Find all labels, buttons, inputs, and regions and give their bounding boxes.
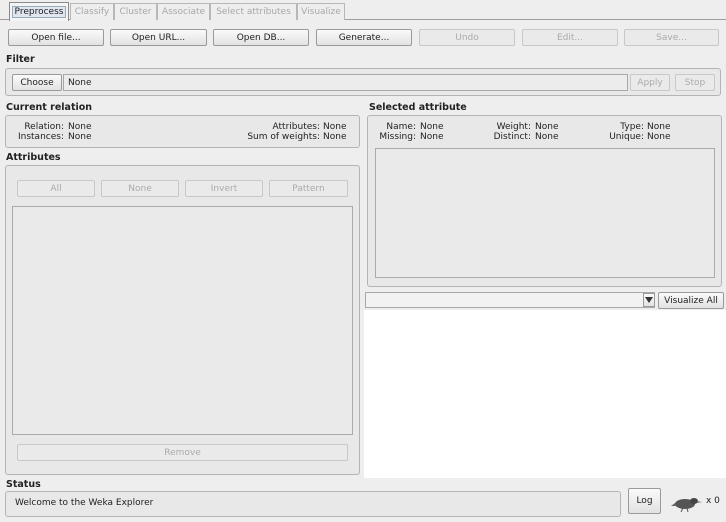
name-label: Name: (386, 122, 416, 132)
open-db-button[interactable]: Open DB... (213, 29, 309, 46)
filter-value: None (68, 77, 92, 88)
triangle-down-icon (645, 297, 653, 303)
tab-preprocess-label: Preprocess (11, 6, 67, 18)
attributes-count-value: None (323, 122, 347, 132)
tab-classify[interactable]: Classify (70, 3, 114, 20)
visualize-all-button[interactable]: Visualize All (658, 292, 724, 309)
filter-title: Filter (6, 54, 35, 65)
task-count: x 0 (706, 496, 720, 506)
choose-filter-button[interactable]: Choose (12, 74, 62, 91)
attribute-stats-area (375, 148, 715, 278)
stop-button[interactable]: Stop (675, 74, 715, 91)
select-none-button[interactable]: None (101, 180, 179, 197)
type-label: Type: (620, 122, 644, 132)
unique-value: None (647, 132, 671, 142)
dropdown-arrow-button[interactable] (643, 293, 655, 307)
tab-preprocess[interactable]: Preprocess (9, 2, 69, 21)
relation-label: Relation: (24, 122, 64, 132)
filter-field[interactable]: None (63, 74, 628, 91)
type-value: None (647, 122, 671, 132)
attributes-title: Attributes (6, 152, 61, 163)
pattern-button[interactable]: Pattern (269, 180, 348, 197)
name-value: None (420, 122, 444, 132)
log-button[interactable]: Log (628, 488, 661, 514)
distinct-value: None (535, 132, 559, 142)
edit-button[interactable]: Edit... (522, 29, 618, 46)
tab-visualize[interactable]: Visualize (297, 3, 345, 20)
instances-label: Instances: (17, 132, 64, 142)
weka-bird-icon[interactable] (670, 494, 702, 515)
select-all-button[interactable]: All (17, 180, 95, 197)
open-file-button[interactable]: Open file... (8, 29, 104, 46)
selected-attribute-title: Selected attribute (369, 102, 467, 113)
attributes-list[interactable] (12, 206, 353, 435)
class-attribute-select[interactable] (365, 292, 655, 308)
undo-button[interactable]: Undo (419, 29, 515, 46)
unique-label: Unique: (609, 132, 644, 142)
tab-select-attributes[interactable]: Select attributes (210, 3, 297, 20)
weka-bird-shape (671, 498, 702, 513)
distinct-label: Distinct: (493, 132, 531, 142)
generate-button[interactable]: Generate... (316, 29, 412, 46)
instances-value: None (68, 132, 92, 142)
missing-label: Missing: (379, 132, 416, 142)
tab-associate[interactable]: Associate (157, 3, 210, 20)
open-url-button[interactable]: Open URL... (110, 29, 207, 46)
weight-label: Weight: (496, 122, 531, 132)
weight-value: None (535, 122, 559, 132)
apply-button[interactable]: Apply (630, 74, 670, 91)
remove-button[interactable]: Remove (17, 444, 348, 461)
current-relation-title: Current relation (6, 102, 93, 113)
save-button[interactable]: Save... (624, 29, 719, 46)
tab-cluster[interactable]: Cluster (114, 3, 157, 20)
relation-value: None (68, 122, 92, 132)
status-message: Welcome to the Weka Explorer (15, 498, 154, 508)
attributes-count-label: Attributes: (272, 122, 320, 132)
sum-weights-label: Sum of weights: (247, 132, 320, 142)
sum-weights-value: None (323, 132, 347, 142)
invert-button[interactable]: Invert (185, 180, 263, 197)
missing-value: None (420, 132, 444, 142)
visualization-area (364, 310, 726, 478)
status-title: Status (6, 479, 41, 490)
